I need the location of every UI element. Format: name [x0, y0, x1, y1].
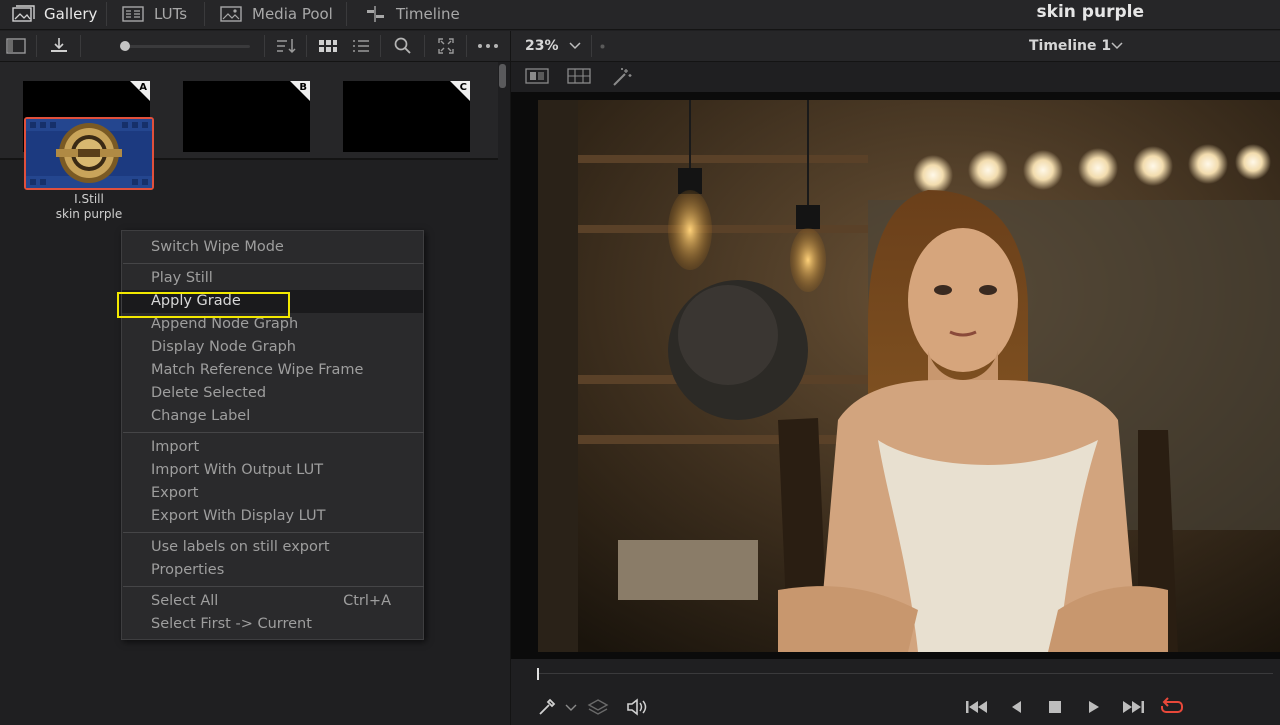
gallery-toolbar: [0, 31, 510, 62]
playhead[interactable]: [537, 668, 539, 680]
search-icon[interactable]: [392, 36, 414, 56]
gallery-icon: [12, 5, 35, 22]
menu-item-select-first-current[interactable]: Select First -> Current: [122, 613, 423, 636]
slider-knob[interactable]: [120, 41, 130, 51]
previous-frame-icon[interactable]: [1009, 697, 1023, 717]
zoom-level[interactable]: 23%: [525, 38, 559, 54]
album-thumbnail[interactable]: B: [183, 81, 310, 152]
menu-separator: [123, 532, 424, 533]
menu-item-properties[interactable]: Properties: [122, 559, 423, 582]
menu-item-export[interactable]: Export: [122, 482, 423, 505]
go-to-end-icon[interactable]: [1121, 697, 1145, 717]
menu-item-use-labels-on-still-export[interactable]: Use labels on still export: [122, 536, 423, 559]
luts-icon: [122, 6, 144, 22]
image-wipe-icon[interactable]: [525, 68, 549, 84]
video-frame-image: [538, 100, 1280, 652]
project-title: skin purple: [1036, 2, 1144, 22]
scrub-track: [537, 673, 1273, 674]
tab-luts-label: LUTs: [154, 5, 188, 23]
album-label: A: [139, 82, 147, 93]
more-options-icon[interactable]: [477, 36, 499, 56]
menu-item-export-with-display-lut[interactable]: Export With Display LUT: [122, 505, 423, 528]
shortcut-label: Ctrl+A: [343, 593, 391, 609]
gallery-scrollbar[interactable]: [499, 64, 506, 88]
volume-icon[interactable]: [625, 697, 647, 717]
dot-icon: [600, 44, 605, 49]
tab-timeline[interactable]: Timeline: [364, 0, 460, 28]
thumbnail-size-slider[interactable]: [120, 45, 250, 48]
list-view-icon[interactable]: [350, 36, 372, 56]
asc-logo-thumbnail: [26, 119, 152, 188]
album-label: B: [299, 82, 307, 93]
color-picker-icon[interactable]: [537, 697, 557, 717]
menu-item-switch-wipe-mode[interactable]: Switch Wipe Mode: [122, 236, 423, 259]
menu-item-select-all[interactable]: Select All Ctrl+A: [122, 590, 423, 613]
tab-gallery-label: Gallery: [44, 5, 98, 23]
viewer-toolbar: 23% Timeline 1: [510, 31, 1280, 62]
transport-controls: [510, 689, 1280, 725]
menu-item-import[interactable]: Import: [122, 436, 423, 459]
tab-timeline-label: Timeline: [396, 5, 460, 23]
menu-item-match-reference-wipe-frame[interactable]: Match Reference Wipe Frame: [122, 359, 423, 382]
annotation-highlight-box: [117, 292, 290, 318]
tab-luts[interactable]: LUTs: [122, 0, 187, 28]
menu-item-import-with-output-lut[interactable]: Import With Output LUT: [122, 459, 423, 482]
go-to-start-icon[interactable]: [965, 697, 989, 717]
magic-wand-icon[interactable]: [611, 67, 633, 87]
davinci-resolve-color-page: Gallery LUTs Media Pool Timeline skin pu…: [0, 0, 1280, 725]
still-name: I.Still: [74, 192, 104, 206]
loop-icon[interactable]: [1159, 697, 1185, 717]
grid-view-icon[interactable]: [317, 36, 339, 56]
stop-icon[interactable]: [1047, 697, 1063, 717]
menu-item-play-still[interactable]: Play Still: [122, 267, 423, 290]
sidebar-toggle-icon[interactable]: [5, 36, 27, 56]
album-label: C: [459, 82, 467, 93]
menu-item-display-node-graph[interactable]: Display Node Graph: [122, 336, 423, 359]
tab-media-pool-label: Media Pool: [252, 5, 333, 23]
chevron-down-icon[interactable]: [569, 41, 581, 51]
layers-icon[interactable]: [587, 697, 609, 717]
menu-separator: [123, 432, 424, 433]
menu-item-label: Select All: [151, 593, 219, 609]
split-screen-icon[interactable]: [567, 68, 591, 84]
tab-media-pool[interactable]: Media Pool: [220, 0, 333, 28]
viewer-tools: [510, 62, 1280, 92]
grab-still-icon[interactable]: [48, 36, 70, 56]
sort-icon[interactable]: [275, 36, 297, 56]
timeline-icon: [367, 6, 384, 22]
menu-item-delete-selected[interactable]: Delete Selected: [122, 382, 423, 405]
still-label: skin purple: [55, 207, 123, 221]
menu-separator: [123, 586, 424, 587]
timeline-name[interactable]: Timeline 1: [1029, 38, 1111, 54]
top-tab-bar: Gallery LUTs Media Pool Timeline skin pu…: [0, 0, 1280, 30]
tab-gallery[interactable]: Gallery: [12, 0, 97, 28]
viewer-monitor[interactable]: [510, 92, 1280, 659]
album-thumbnail[interactable]: C: [343, 81, 470, 152]
fullscreen-icon[interactable]: [435, 36, 457, 56]
play-icon[interactable]: [1087, 697, 1101, 717]
menu-separator: [123, 263, 424, 264]
menu-item-change-label[interactable]: Change Label: [122, 405, 423, 428]
chevron-down-icon[interactable]: [565, 703, 577, 713]
chevron-down-icon[interactable]: [1111, 41, 1123, 51]
still-thumbnail[interactable]: [24, 117, 154, 190]
media-pool-icon: [220, 6, 242, 22]
still-caption: I.Still skin purple: [24, 192, 154, 222]
viewer-scrubber[interactable]: [510, 659, 1280, 689]
